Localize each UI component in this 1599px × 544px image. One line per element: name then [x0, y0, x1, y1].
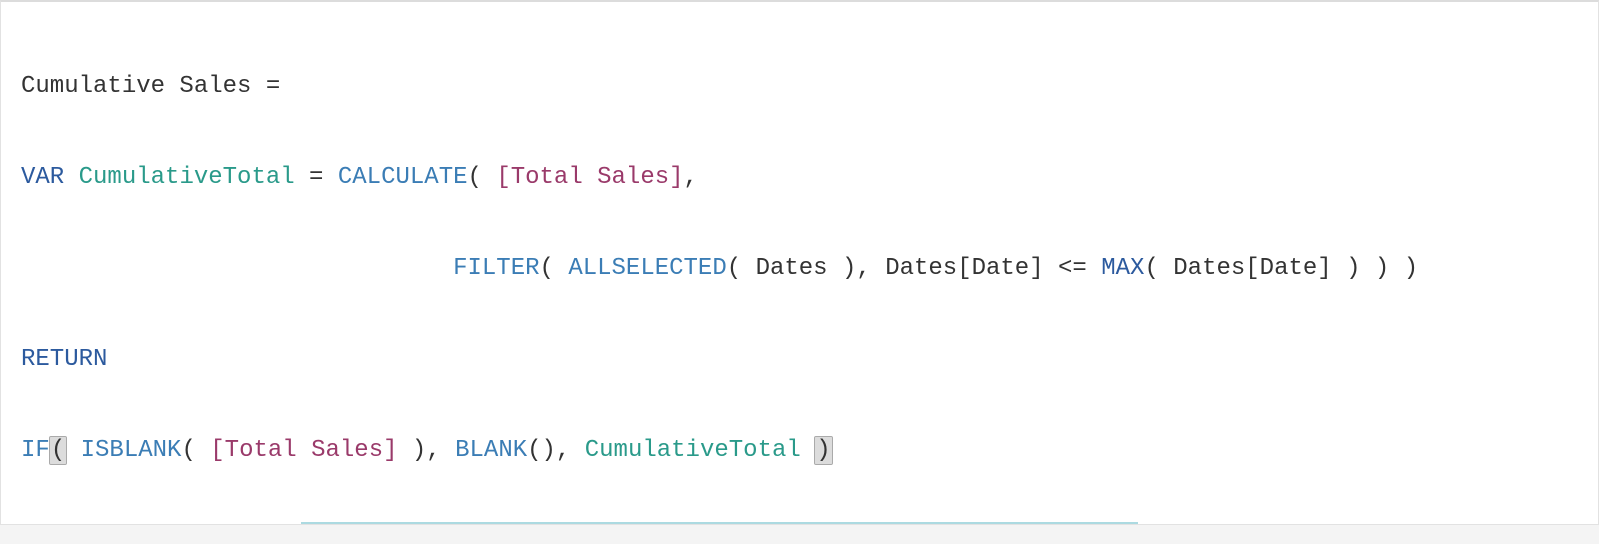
- code-line-5[interactable]: IF( ISBLANK( [Total Sales] ), BLANK(), C…: [21, 428, 1578, 474]
- if-fn: IF: [21, 437, 50, 464]
- space: [801, 437, 815, 464]
- measure-name: Cumulative Sales: [21, 73, 251, 100]
- paren-comma: ),: [828, 255, 886, 282]
- code-line-2[interactable]: VAR CumulativeTotal = CALCULATE( [Total …: [21, 155, 1578, 201]
- bottom-accent-line: [301, 522, 1138, 524]
- matched-close-paren: ): [815, 437, 831, 464]
- max-fn: MAX: [1101, 255, 1144, 282]
- measure-ref: [Total Sales]: [210, 437, 397, 464]
- paren: (: [540, 255, 569, 282]
- space: [66, 437, 80, 464]
- code-line-3[interactable]: FILTER( ALLSELECTED( Dates ), Dates[Date…: [21, 246, 1578, 292]
- comma: ,: [684, 164, 698, 191]
- return-keyword: RETURN: [21, 346, 107, 373]
- measure-ref: [Total Sales]: [496, 164, 683, 191]
- blank-fn: BLANK: [455, 437, 527, 464]
- column-ref: Dates[Date]: [885, 255, 1043, 282]
- isblank-fn: ISBLANK: [81, 437, 182, 464]
- paren-close: ) ) ): [1332, 255, 1418, 282]
- matched-open-paren: (: [50, 437, 66, 464]
- variable-name: CumulativeTotal: [64, 164, 294, 191]
- column-ref: Dates[Date]: [1173, 255, 1331, 282]
- paren: (: [468, 164, 497, 191]
- allselected-fn: ALLSELECTED: [568, 255, 726, 282]
- assign: =: [295, 164, 338, 191]
- filter-fn: FILTER: [453, 255, 539, 282]
- paren-comma: (),: [527, 437, 585, 464]
- operator: <=: [1044, 255, 1102, 282]
- code-line-1[interactable]: Cumulative Sales =: [21, 64, 1578, 110]
- paren: (: [181, 437, 210, 464]
- paren: (: [727, 255, 756, 282]
- indent: [21, 255, 453, 282]
- var-keyword: VAR: [21, 164, 64, 191]
- code-line-4[interactable]: RETURN: [21, 337, 1578, 383]
- formula-editor[interactable]: Cumulative Sales = VAR CumulativeTotal =…: [0, 0, 1599, 525]
- calculate-fn: CALCULATE: [338, 164, 468, 191]
- table-ref: Dates: [756, 255, 828, 282]
- variable-ref: CumulativeTotal: [585, 437, 801, 464]
- paren: (: [1144, 255, 1173, 282]
- paren-comma: ),: [398, 437, 456, 464]
- equals-sign: =: [251, 73, 280, 100]
